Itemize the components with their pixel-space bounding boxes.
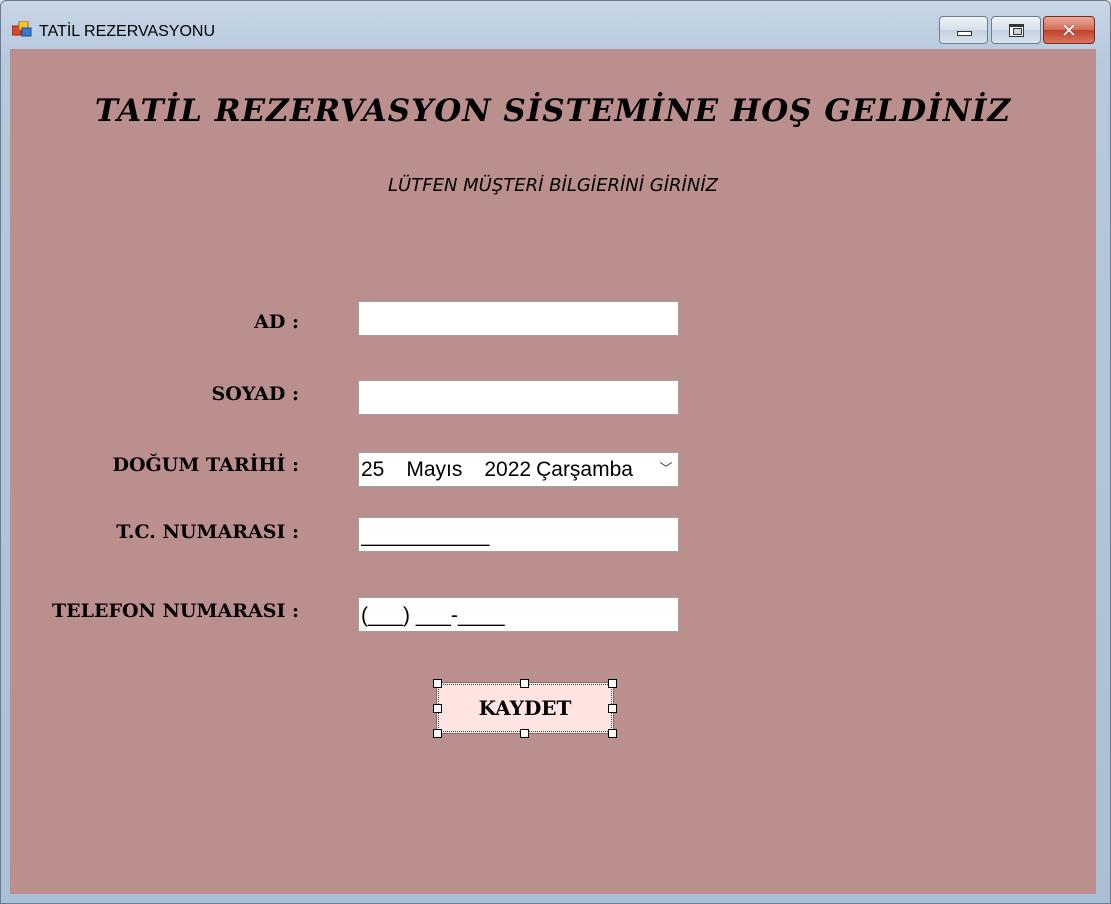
resize-handle[interactable] xyxy=(608,679,617,688)
birth-date-year: 2022 xyxy=(484,458,532,481)
birth-date-picker[interactable]: 25 Mayıs 2022 Çarşamba ﹀ xyxy=(358,452,679,487)
telefon-numarasi-label: TELEFON NUMARASI : xyxy=(52,600,299,622)
save-button-selection: KAYDET xyxy=(433,679,617,738)
birth-date-day: 25 xyxy=(361,458,385,481)
resize-handle[interactable] xyxy=(520,729,529,738)
soyad-input[interactable] xyxy=(358,380,679,415)
ad-label: AD : xyxy=(254,311,299,333)
resize-handle[interactable] xyxy=(433,704,442,713)
birth-date-value: 25 Mayıs 2022 Çarşamba xyxy=(361,458,655,482)
window-title: TATİL REZERVASYONU xyxy=(39,23,216,40)
welcome-heading: TATİL REZERVASYON SİSTEMİNE HOŞ GELDİNİZ xyxy=(94,93,1012,129)
maximize-button[interactable] xyxy=(991,16,1041,44)
resize-handle[interactable] xyxy=(433,729,442,738)
title-bar[interactable]: TATİL REZERVASYONU ✕ xyxy=(1,1,1110,47)
ad-input[interactable] xyxy=(358,301,679,336)
birth-date-month: Mayıs xyxy=(406,458,463,481)
app-window: TATİL REZERVASYONU ✕ TATİL REZERVASYON S… xyxy=(0,0,1111,904)
soyad-label: SOYAD : xyxy=(211,383,299,405)
resize-handle[interactable] xyxy=(608,704,617,713)
birth-date-weekday: Çarşamba xyxy=(536,458,633,481)
close-button[interactable]: ✕ xyxy=(1043,16,1095,44)
app-window-icon xyxy=(12,21,32,37)
phone-number-input[interactable] xyxy=(358,597,679,632)
tc-numarasi-label: T.C. NUMARASI : xyxy=(116,521,299,543)
resize-handle[interactable] xyxy=(433,679,442,688)
minimize-icon xyxy=(957,31,972,36)
resize-handle[interactable] xyxy=(608,729,617,738)
instruction-subheading: LÜTFEN MÜŞTERİ BİLGİERİNİ GİRİNİZ xyxy=(388,175,718,196)
form-client-area: TATİL REZERVASYON SİSTEMİNE HOŞ GELDİNİZ… xyxy=(10,49,1096,894)
close-icon: ✕ xyxy=(1061,20,1077,42)
save-button[interactable]: KAYDET xyxy=(436,682,614,734)
minimize-button[interactable] xyxy=(939,16,988,44)
window-bottom-border xyxy=(1,895,1110,903)
resize-handle[interactable] xyxy=(520,679,529,688)
dogum-tarihi-label: DOĞUM TARİHİ : xyxy=(112,454,299,476)
tc-number-input[interactable] xyxy=(358,517,679,552)
maximize-icon xyxy=(1009,24,1024,37)
chevron-down-icon[interactable]: ﹀ xyxy=(654,453,678,486)
